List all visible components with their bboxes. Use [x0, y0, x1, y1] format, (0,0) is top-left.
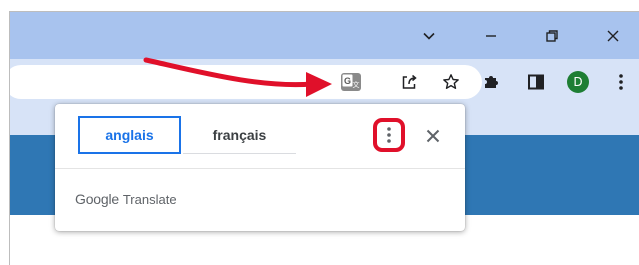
annotation-arrow	[143, 57, 332, 97]
screenshot: { "translate_popup": { "source_language_…	[0, 0, 639, 265]
